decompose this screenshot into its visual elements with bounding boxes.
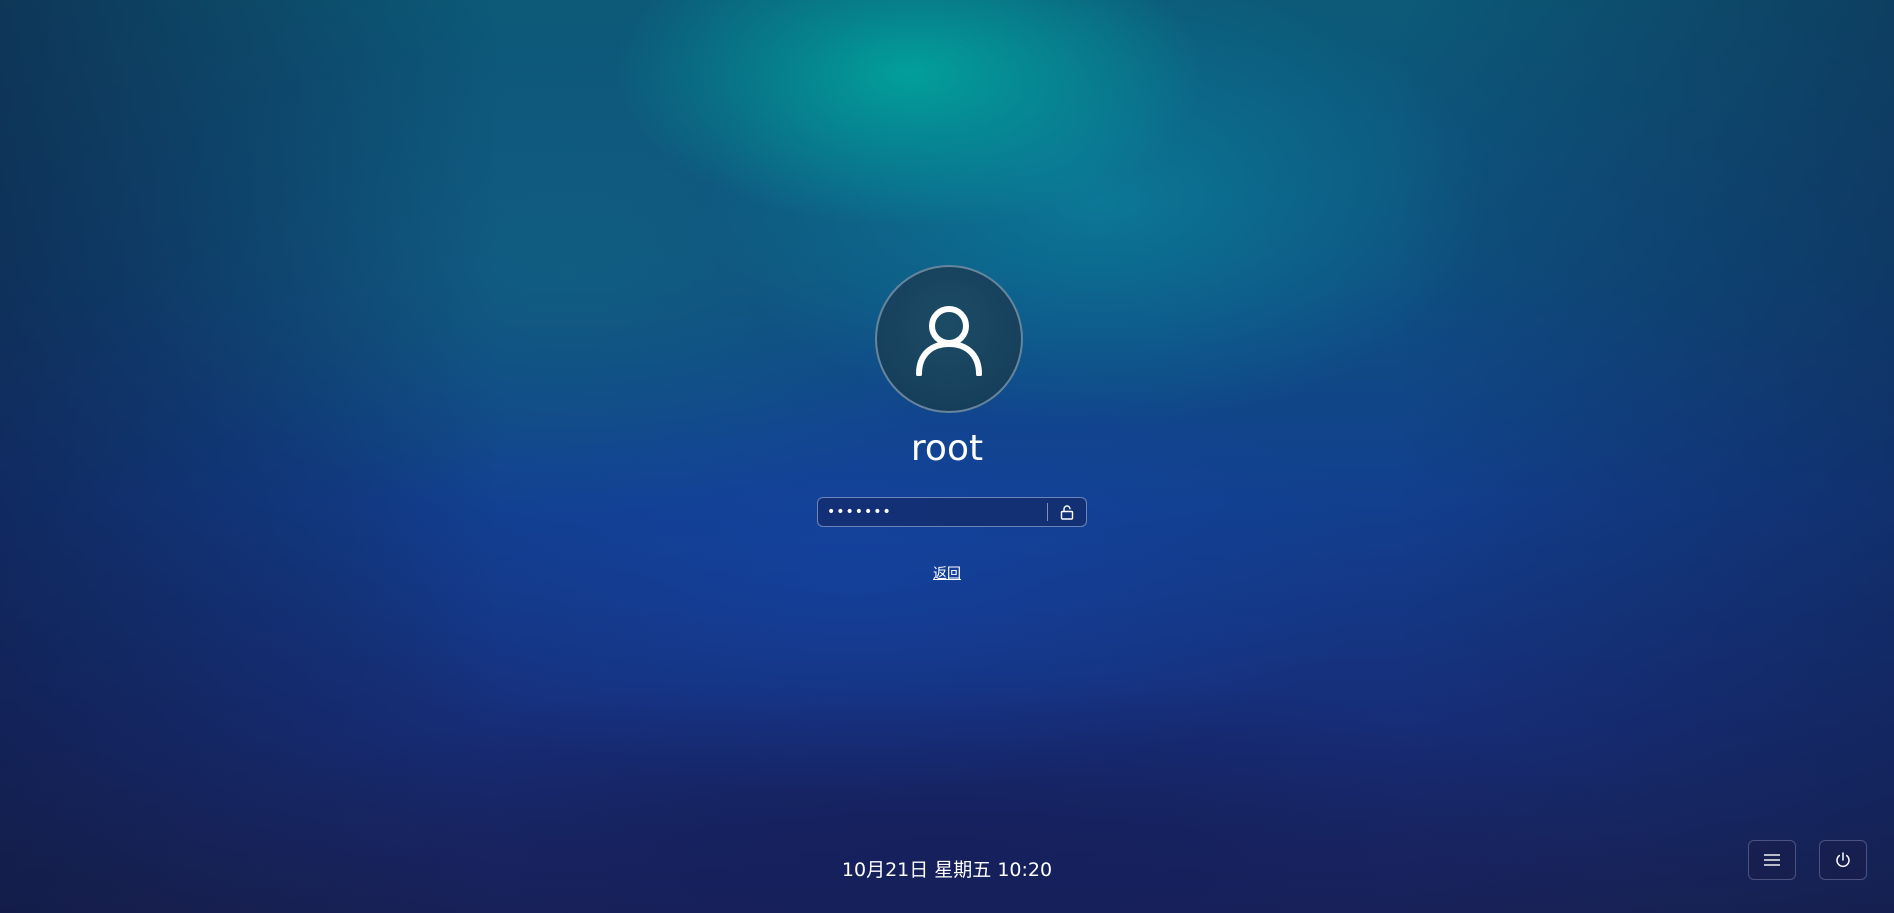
password-field[interactable]: ••••••• bbox=[817, 497, 1087, 527]
power-icon bbox=[1836, 852, 1850, 867]
lock-screen: root ••••••• 返回 10月21日 星期五 10:20 bbox=[0, 0, 1894, 913]
user-avatar bbox=[875, 265, 1023, 413]
unlock-icon bbox=[1060, 504, 1074, 520]
unlock-button[interactable] bbox=[1048, 498, 1086, 526]
hamburger-menu-icon bbox=[1764, 854, 1780, 866]
user-icon bbox=[916, 306, 982, 376]
password-input[interactable]: ••••••• bbox=[818, 504, 1047, 520]
back-link-row: 返回 bbox=[0, 563, 1894, 583]
power-button[interactable] bbox=[1819, 840, 1867, 880]
date-time-label: 10月21日 星期五 10:20 bbox=[841, 859, 1053, 881]
back-link[interactable]: 返回 bbox=[933, 566, 961, 582]
username-label: root bbox=[910, 428, 984, 469]
menu-button[interactable] bbox=[1748, 840, 1796, 880]
